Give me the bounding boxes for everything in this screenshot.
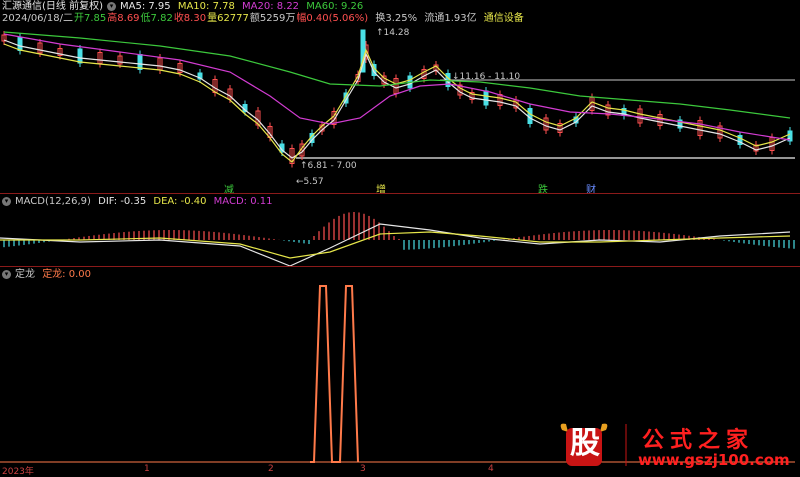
panel-divider-1[interactable]	[0, 193, 800, 194]
indicator-signal-line	[310, 285, 359, 463]
support-annotation: ↑6.81 - 7.00	[300, 161, 357, 171]
panel-divider-2[interactable]	[0, 266, 800, 267]
candle	[17, 37, 23, 51]
candle	[77, 48, 83, 64]
axis-label-4: 4	[488, 464, 494, 474]
settings-icon[interactable]: ▾	[2, 196, 11, 206]
watermark: 股 公式之家 www.gszj100.com	[556, 420, 792, 470]
indicator-value: 定龙: 0.00	[42, 269, 92, 280]
axis-label-2: 2	[268, 464, 274, 474]
watermark-logo-char: 股	[570, 426, 600, 461]
indicator-title[interactable]: 定龙	[15, 269, 35, 280]
macd-header: ▾ MACD(12,26,9) DIF: -0.35 DEA: -0.40 MAC…	[2, 196, 276, 208]
candle	[483, 90, 489, 106]
macd-title[interactable]: MACD(12,26,9)	[15, 196, 91, 207]
axis-label-2023: 2023年	[2, 467, 34, 477]
macd-value: MACD: 0.11	[213, 196, 273, 207]
candle	[137, 54, 143, 70]
settings-icon[interactable]: ▾	[2, 269, 11, 279]
watermark-name: 公式之家	[642, 427, 755, 453]
kline-chart[interactable]	[0, 0, 800, 476]
ma60-line	[3, 31, 791, 119]
axis-label-3: 3	[360, 464, 366, 474]
low-price-annotation: ←5.57	[296, 177, 324, 187]
macd-dea: DEA: -0.40	[153, 196, 207, 207]
macd-dif: DIF: -0.35	[98, 196, 147, 207]
resistance-annotation: ↓11.16 - 11.10	[452, 72, 521, 82]
candle	[527, 108, 533, 124]
axis-label-1: 1	[144, 464, 150, 474]
watermark-url: www.gszj100.com	[638, 451, 790, 469]
high-price-annotation: ↑14.28	[376, 28, 410, 38]
indicator-header: ▾ 定龙 定龙: 0.00	[2, 269, 95, 281]
dif-line	[0, 223, 791, 267]
